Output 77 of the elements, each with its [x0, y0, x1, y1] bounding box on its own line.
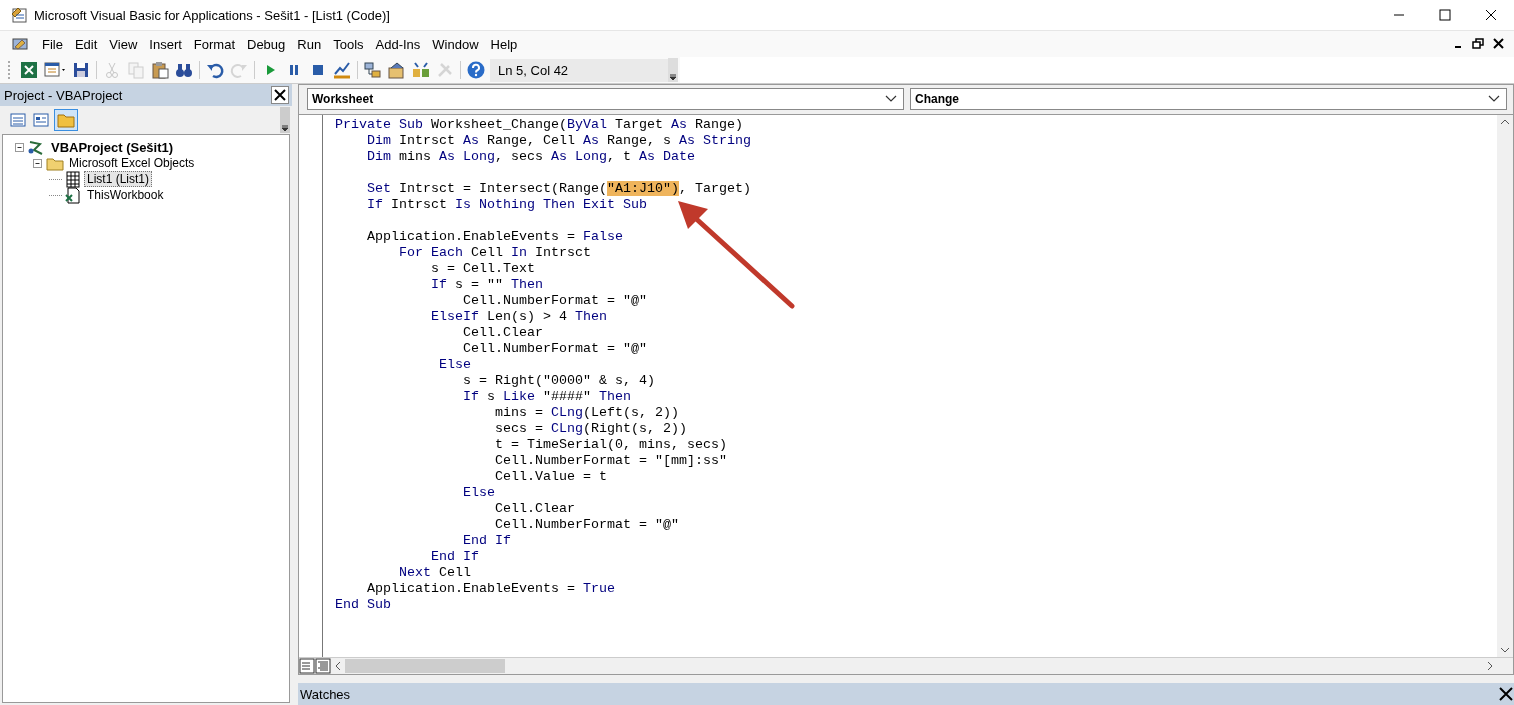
code-line: t = TimeSerial(0, mins, secs): [493, 437, 728, 453]
panel-title: Watches: [300, 686, 351, 702]
code-line: secs = CLng(Right(s, 2)): [493, 421, 688, 437]
code-line: Cell.Clear: [461, 325, 544, 341]
procedure-view-icon[interactable]: [299, 658, 315, 674]
code-line: Cell.Clear: [493, 501, 576, 517]
tree-item[interactable]: List1 (List1): [84, 171, 153, 187]
code-line: Cell.Value = t: [493, 469, 608, 485]
cursor-position: Ln 5, Col 42: [490, 58, 669, 82]
code-line: s = Right("0000" & s, 4): [461, 373, 656, 389]
code-line: For Each Cell In Intrsct: [398, 245, 592, 261]
properties-icon[interactable]: [387, 60, 407, 80]
excel-icon[interactable]: [19, 60, 39, 80]
code-line: Application.EnableEvents = True: [366, 581, 616, 597]
tree-item[interactable]: ThisWorkbook: [84, 187, 167, 203]
full-module-view-icon[interactable]: [315, 658, 331, 674]
menu-item[interactable]: Help: [484, 34, 524, 54]
vertical-scrollbar[interactable]: [1497, 115, 1513, 657]
code-line: Dim mins As Long, secs As Long, t As Date: [366, 149, 696, 165]
menu-item[interactable]: Window: [426, 34, 485, 54]
code-line: Next Cell: [398, 565, 472, 581]
collapse-icon[interactable]: [13, 140, 26, 154]
menu-item[interactable]: Debug: [241, 34, 292, 54]
code-line: Private Sub Worksheet_Change(ByVal Target As Range): [335, 117, 744, 133]
menu-item[interactable]: Add-Ins: [369, 34, 427, 54]
code-line: End If: [461, 533, 512, 549]
object-view-icon[interactable]: [31, 110, 51, 130]
workbook-icon: [63, 185, 83, 205]
code-line: End If: [429, 549, 480, 565]
code-line: Set Intrsct = Intersect(Range("A1:J10"), Target): [366, 181, 752, 197]
toolbar-options-icon[interactable]: [668, 58, 679, 82]
form-icon[interactable]: [43, 60, 67, 80]
window-title: Microsoft Visual Basic for Applications - Sešit1 - [List1 (Code)]: [34, 7, 391, 23]
module-icon: [10, 35, 30, 53]
chevron-down-icon: [1488, 95, 1500, 103]
menu-item[interactable]: Format: [187, 34, 241, 54]
object-dropdown[interactable]: Worksheet: [307, 88, 904, 110]
close-icon[interactable]: [271, 86, 289, 104]
ruler-pencil-icon[interactable]: [332, 60, 352, 80]
menu-item[interactable]: Tools: [327, 34, 370, 54]
vba-app-icon: [10, 6, 28, 24]
panel-title: Project - VBAProject: [4, 87, 123, 103]
folder-toggle-icon[interactable]: [54, 109, 78, 131]
menu-item[interactable]: Edit: [68, 34, 104, 54]
code-line: Cell.NumberFormat = "@": [461, 293, 648, 309]
menu-item[interactable]: Run: [291, 34, 328, 54]
menu-item[interactable]: File: [36, 34, 69, 54]
code-line: s = Cell.Text: [429, 261, 536, 277]
menu-item[interactable]: Insert: [143, 34, 188, 54]
close-icon[interactable]: [1498, 686, 1514, 702]
code-line: Else: [461, 485, 496, 501]
tree-item[interactable]: VBAProject (Sešit1): [48, 138, 177, 156]
chevron-down-icon: [885, 95, 897, 103]
code-line: If s = "" Then: [429, 277, 544, 293]
object-browser-icon[interactable]: [411, 60, 431, 80]
code-line: Cell.NumberFormat = "@": [461, 341, 648, 357]
code-line: Dim Intrsct As Range, Cell As Range, s As String: [366, 133, 752, 149]
code-line: Application.EnableEvents = False: [366, 229, 624, 245]
code-line: ElseIf Len(s) > 4 Then: [429, 309, 608, 325]
code-line: Cell.NumberFormat = "[mm]:ss": [493, 453, 728, 469]
menu-item[interactable]: View: [103, 34, 144, 54]
save-icon[interactable]: [71, 60, 91, 80]
project-tree-icon[interactable]: [363, 60, 383, 80]
code-line: End Sub: [335, 597, 392, 613]
code-line: mins = CLng(Left(s, 2)): [493, 405, 680, 421]
code-line: Else: [437, 357, 472, 373]
tree-item[interactable]: Microsoft Excel Objects: [66, 155, 198, 171]
sheet-icon: [63, 169, 83, 189]
code-line: Cell.NumberFormat = "@": [493, 517, 680, 533]
code-line: If Intrsct Is Nothing Then Exit Sub: [366, 197, 648, 213]
clipboard-icon[interactable]: [150, 60, 170, 80]
help-icon[interactable]: [466, 60, 486, 80]
procedure-dropdown[interactable]: Change: [910, 88, 1507, 110]
scrollbar-thumb[interactable]: [345, 659, 505, 673]
toolbar-options-icon[interactable]: [280, 107, 290, 133]
collapse-icon[interactable]: [31, 156, 44, 170]
code-line: If s Like "####" Then: [461, 389, 632, 405]
